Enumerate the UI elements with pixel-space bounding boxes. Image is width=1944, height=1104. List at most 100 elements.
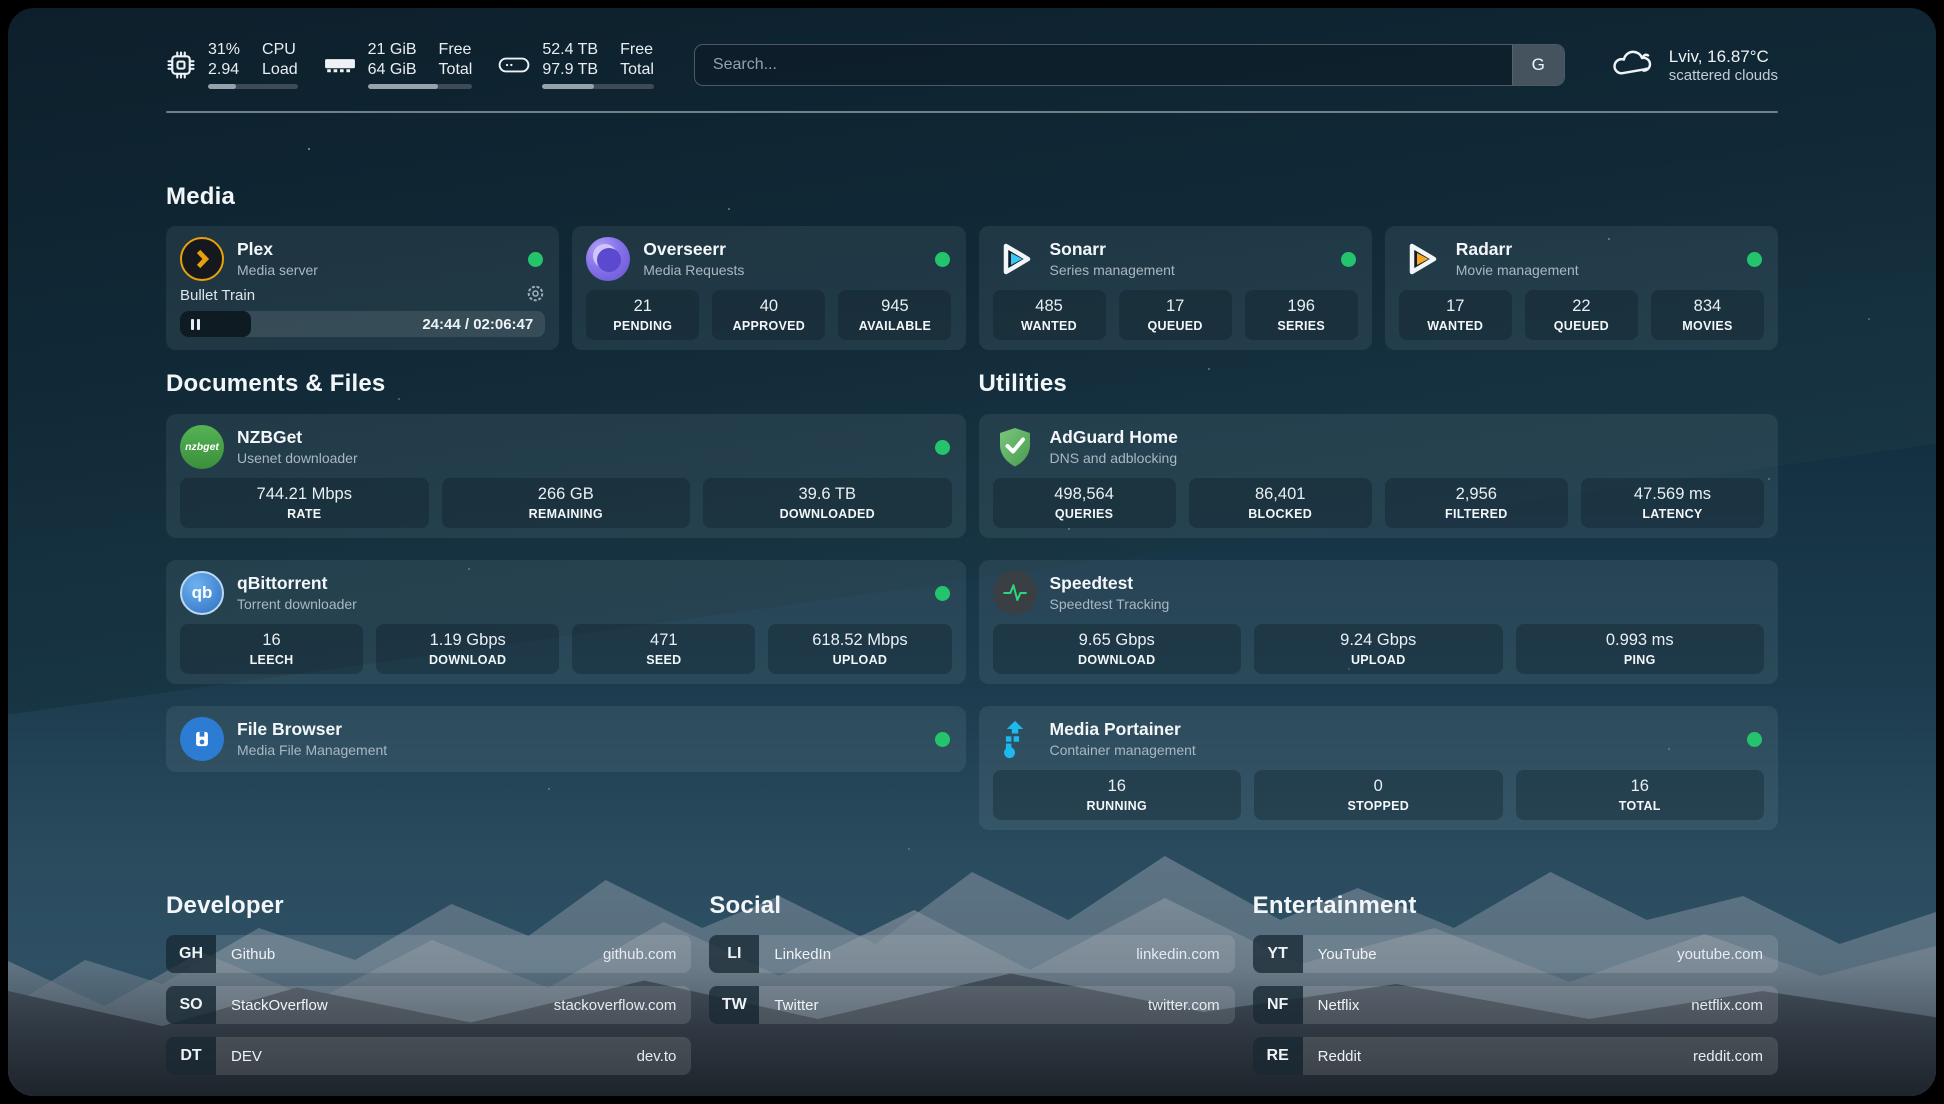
stat-box: 471 SEED [572, 624, 755, 674]
filebrowser-icon [180, 717, 224, 761]
stat-box: 744.21 Mbps RATE [180, 478, 429, 528]
card-adguard[interactable]: AdGuard Home DNS and adblocking 498,564 … [979, 414, 1779, 538]
app-name: Media Portainer [1050, 720, 1735, 740]
weather-location-temp: Lviv, 16.87°C [1669, 46, 1778, 67]
app-name: Plex [237, 240, 515, 260]
card-radarr[interactable]: Radarr Movie management 17 WANTED 22 QUE… [1385, 226, 1778, 350]
bookmark-name: Reddit [1303, 1048, 1361, 1065]
section-title-social: Social [709, 892, 1234, 920]
bookmark-name: DEV [216, 1048, 262, 1065]
bookmark-url: youtube.com [1677, 946, 1778, 963]
bookmark-github[interactable]: GH Github github.com [166, 935, 691, 973]
card-filebrowser[interactable]: File Browser Media File Management [166, 706, 966, 772]
stat-box: 9.24 Gbps UPLOAD [1254, 624, 1503, 674]
bookmark-dev[interactable]: DT DEV dev.to [166, 1037, 691, 1075]
adguard-icon [993, 425, 1037, 469]
stat-box: 22 QUEUED [1525, 290, 1638, 340]
bookmark-twitter[interactable]: TW Twitter twitter.com [709, 986, 1234, 1024]
app-name: Sonarr [1050, 240, 1328, 260]
bookmark-abbr: NF [1253, 986, 1303, 1024]
stat-box: 39.6 TB DOWNLOADED [703, 478, 952, 528]
bookmark-linkedin[interactable]: LI LinkedIn linkedin.com [709, 935, 1234, 973]
card-portainer[interactable]: Media Portainer Container management 16 … [979, 706, 1779, 830]
bookmark-name: StackOverflow [216, 997, 328, 1014]
bookmark-reddit[interactable]: RE Reddit reddit.com [1253, 1037, 1778, 1075]
stat-box: 0 STOPPED [1254, 770, 1503, 820]
memory-progress-bar [368, 84, 473, 89]
status-dot [935, 440, 950, 455]
sonarr-icon [993, 237, 1037, 281]
bookmark-netflix[interactable]: NF Netflix netflix.com [1253, 986, 1778, 1024]
ram-icon [324, 54, 356, 76]
stat-value: 97.9 TB [542, 60, 598, 79]
status-dot [1747, 252, 1762, 267]
stat-value: 21 GiB [368, 40, 417, 59]
app-subtitle: Movie management [1456, 262, 1734, 278]
stat-box: 498,564 QUERIES [993, 478, 1176, 528]
bookmark-youtube[interactable]: YT YouTube youtube.com [1253, 935, 1778, 973]
card-qbittorrent[interactable]: qb qBittorrent Torrent downloader 16 LEE… [166, 560, 966, 684]
bookmark-name: Twitter [759, 997, 818, 1014]
card-overseerr[interactable]: Overseerr Media Requests 21 PENDING 40 A… [572, 226, 965, 350]
cloud-icon [1609, 45, 1655, 84]
section-title-utilities: Utilities [979, 370, 1779, 398]
app-name: AdGuard Home [1050, 428, 1765, 448]
app-subtitle: Media File Management [237, 742, 922, 758]
stat-box: 17 QUEUED [1119, 290, 1232, 340]
bookmark-abbr: LI [709, 935, 759, 973]
app-subtitle: Torrent downloader [237, 596, 922, 612]
search-engine-button[interactable]: G [1512, 45, 1564, 85]
card-sonarr[interactable]: Sonarr Series management 485 WANTED 17 Q… [979, 226, 1372, 350]
search-input[interactable] [695, 45, 1512, 85]
status-dot [528, 252, 543, 267]
stat-box: 16 RUNNING [993, 770, 1242, 820]
section-title-entertainment: Entertainment [1253, 892, 1778, 920]
stat-value: 64 GiB [368, 60, 417, 79]
overseerr-icon [586, 237, 630, 281]
disk-icon [498, 53, 530, 77]
system-stats: 31% CPU 2.94 Load [166, 40, 654, 89]
stat-box: 17 WANTED [1399, 290, 1512, 340]
bookmark-url: github.com [603, 946, 691, 963]
pause-icon[interactable] [191, 319, 200, 330]
section-title-media: Media [166, 183, 1778, 211]
plex-icon [180, 237, 224, 281]
cpu-stat: 31% CPU 2.94 Load [166, 40, 298, 89]
card-nzbget[interactable]: nzbget NZBGet Usenet downloader 744.21 M… [166, 414, 966, 538]
stat-box: 196 SERIES [1245, 290, 1358, 340]
stat-box: 2,956 FILTERED [1385, 478, 1568, 528]
bookmark-url: twitter.com [1148, 997, 1235, 1014]
stat-label: Total [439, 60, 473, 79]
status-dot [935, 732, 950, 747]
radarr-icon [1399, 237, 1443, 281]
playback-progress-bar[interactable]: 24:44 / 02:06:47 [180, 311, 545, 337]
app-subtitle: Media Requests [643, 262, 921, 278]
portainer-icon [993, 717, 1037, 761]
status-dot [935, 586, 950, 601]
disk-stat: 52.4 TB Free 97.9 TB Total [498, 40, 654, 89]
stat-box: 485 WANTED [993, 290, 1106, 340]
stat-box: 47.569 ms LATENCY [1581, 478, 1764, 528]
bookmark-url: stackoverflow.com [554, 997, 692, 1014]
status-dot [1747, 732, 1762, 747]
bookmark-abbr: GH [166, 935, 216, 973]
app-subtitle: Usenet downloader [237, 450, 922, 466]
bookmark-stackoverflow[interactable]: SO StackOverflow stackoverflow.com [166, 986, 691, 1024]
now-playing-title: Bullet Train [180, 287, 526, 304]
stat-value: 2.94 [208, 60, 240, 79]
section-title-documents: Documents & Files [166, 370, 966, 398]
app-name: qBittorrent [237, 574, 922, 594]
card-plex[interactable]: Plex Media server Bullet Train [166, 226, 559, 350]
stat-label: Free [620, 40, 654, 59]
speedtest-icon [993, 571, 1037, 615]
stat-box: 86,401 BLOCKED [1189, 478, 1372, 528]
cpu-icon [166, 50, 196, 80]
card-speedtest[interactable]: Speedtest Speedtest Tracking 9.65 Gbps D… [979, 560, 1779, 684]
session-settings-icon[interactable] [526, 284, 545, 307]
dashboard: 31% CPU 2.94 Load [8, 8, 1936, 1096]
status-dot [935, 252, 950, 267]
weather-widget: Lviv, 16.87°C scattered clouds [1609, 45, 1778, 84]
bookmark-abbr: TW [709, 986, 759, 1024]
memory-stat: 21 GiB Free 64 GiB Total [324, 40, 473, 89]
stat-box: 1.19 Gbps DOWNLOAD [376, 624, 559, 674]
